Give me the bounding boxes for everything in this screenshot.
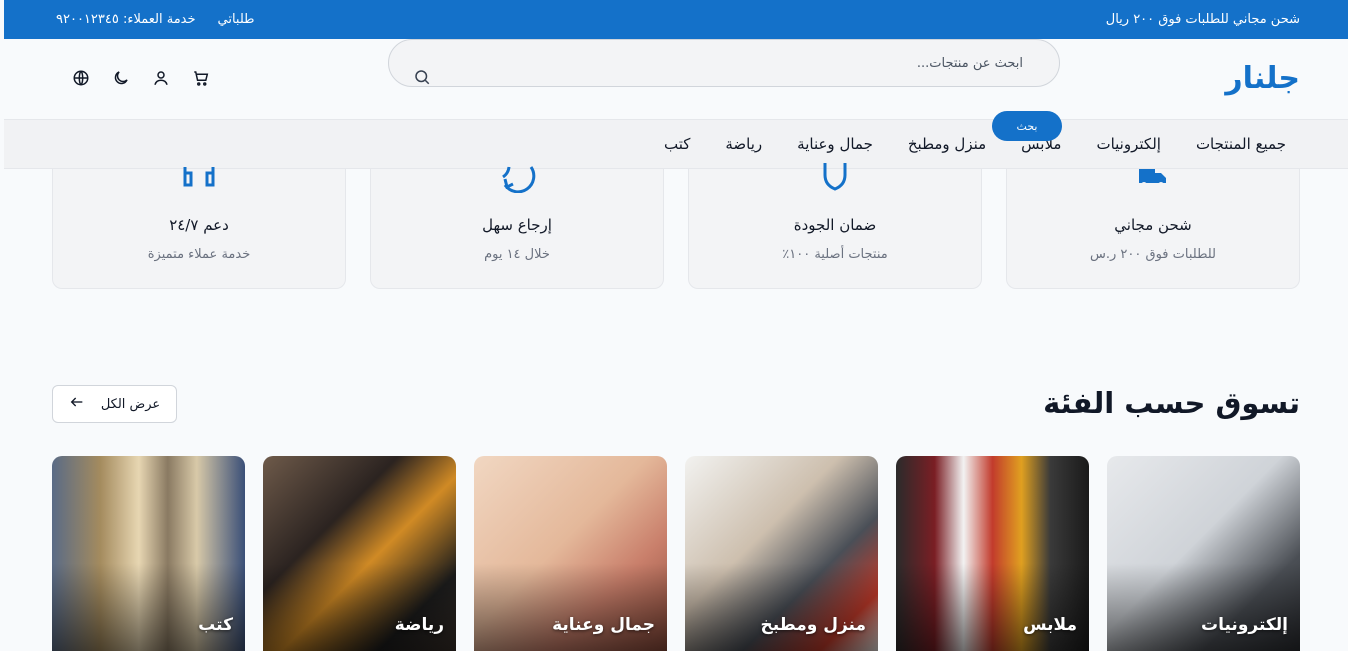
feature-subtitle: خلال ١٤ يوم: [484, 247, 550, 262]
features-row: شحن مجاني للطلبات فوق ٢٠٠ ر.س ضمان الجود…: [52, 163, 1300, 289]
search-input[interactable]: [463, 50, 1023, 76]
truck-icon: [1133, 163, 1173, 197]
site-logo[interactable]: جلنار: [1225, 61, 1300, 96]
category-card-home-kitchen[interactable]: منزل ومطبخ: [685, 456, 878, 651]
top-bar-links: طلباتي خدمة العملاء: ٩٢٠٠١٢٣٤٥: [56, 12, 255, 27]
shield-icon: [815, 163, 855, 197]
category-nav: جميع المنتجات إلكترونيات ملابس منزل ومطب…: [4, 120, 1348, 169]
top-bar: شحن مجاني للطلبات فوق ٢٠٠ ريال طلباتي خد…: [4, 0, 1348, 39]
feature-subtitle: للطلبات فوق ٢٠٠ ر.س: [1089, 247, 1216, 262]
nav-item-home-kitchen[interactable]: منزل ومطبخ: [908, 135, 986, 153]
feature-title: ضمان الجودة: [793, 216, 877, 234]
feature-card: ضمان الجودة منتجات أصلية ١٠٠٪: [688, 163, 982, 289]
search-bar: [388, 39, 1060, 87]
category-card-clothes[interactable]: ملابس: [896, 456, 1089, 651]
category-label: إلكترونيات: [1201, 615, 1288, 635]
category-card-electronics[interactable]: إلكترونيات: [1107, 456, 1300, 651]
nav-item-electronics[interactable]: إلكترونيات: [1096, 135, 1160, 153]
category-card-beauty[interactable]: جمال وعناية: [474, 456, 667, 651]
nav-item-sports[interactable]: رياضة: [725, 135, 762, 153]
categories-grid: إلكترونيات ملابس منزل ومطبخ جمال وعناية …: [52, 456, 1300, 651]
refresh-icon: [497, 163, 537, 197]
search-button[interactable]: بحث: [992, 111, 1062, 141]
dark-mode-icon[interactable]: [112, 69, 130, 87]
view-all-button[interactable]: عرض الكل: [52, 385, 177, 423]
feature-card: دعم ٢٤/٧ خدمة عملاء متميزة: [52, 167, 346, 289]
nav-item-all-products[interactable]: جميع المنتجات: [1196, 135, 1286, 153]
cart-icon[interactable]: [192, 69, 210, 87]
language-icon[interactable]: [72, 69, 90, 87]
section-title: تسوق حسب الفئة: [1043, 386, 1300, 420]
my-orders-link[interactable]: طلباتي: [218, 12, 255, 27]
category-card-books[interactable]: كتب: [52, 456, 245, 651]
search-icon[interactable]: [413, 68, 431, 90]
category-label: رياضة: [394, 615, 444, 635]
promo-text: شحن مجاني للطلبات فوق ٢٠٠ ريال: [1105, 12, 1300, 27]
feature-subtitle: خدمة عملاء متميزة: [147, 247, 251, 262]
nav-item-beauty[interactable]: جمال وعناية: [797, 135, 873, 153]
site-header: جلنار: [4, 39, 1348, 120]
category-label: ملابس: [1023, 615, 1077, 635]
customer-service-text: خدمة العملاء: ٩٢٠٠١٢٣٤٥: [56, 12, 196, 27]
view-all-label: عرض الكل: [100, 396, 161, 412]
headset-icon: [179, 163, 219, 197]
feature-card: شحن مجاني للطلبات فوق ٢٠٠ ر.س: [1006, 169, 1300, 289]
category-label: كتب: [198, 615, 233, 635]
nav-item-books[interactable]: كتب: [664, 135, 690, 153]
feature-subtitle: منتجات أصلية ١٠٠٪: [782, 247, 888, 262]
feature-card: إرجاع سهل خلال ١٤ يوم: [370, 166, 664, 289]
feature-title: شحن مجاني: [1114, 216, 1192, 234]
feature-title: إرجاع سهل: [482, 216, 552, 234]
category-card-sports[interactable]: رياضة: [263, 456, 456, 651]
category-label: جمال وعناية: [552, 615, 655, 635]
feature-title: دعم ٢٤/٧: [169, 216, 229, 234]
header-icons: [60, 69, 210, 87]
user-icon[interactable]: [152, 69, 170, 87]
category-label: منزل ومطبخ: [760, 615, 866, 635]
arrow-left-icon: [69, 394, 85, 414]
